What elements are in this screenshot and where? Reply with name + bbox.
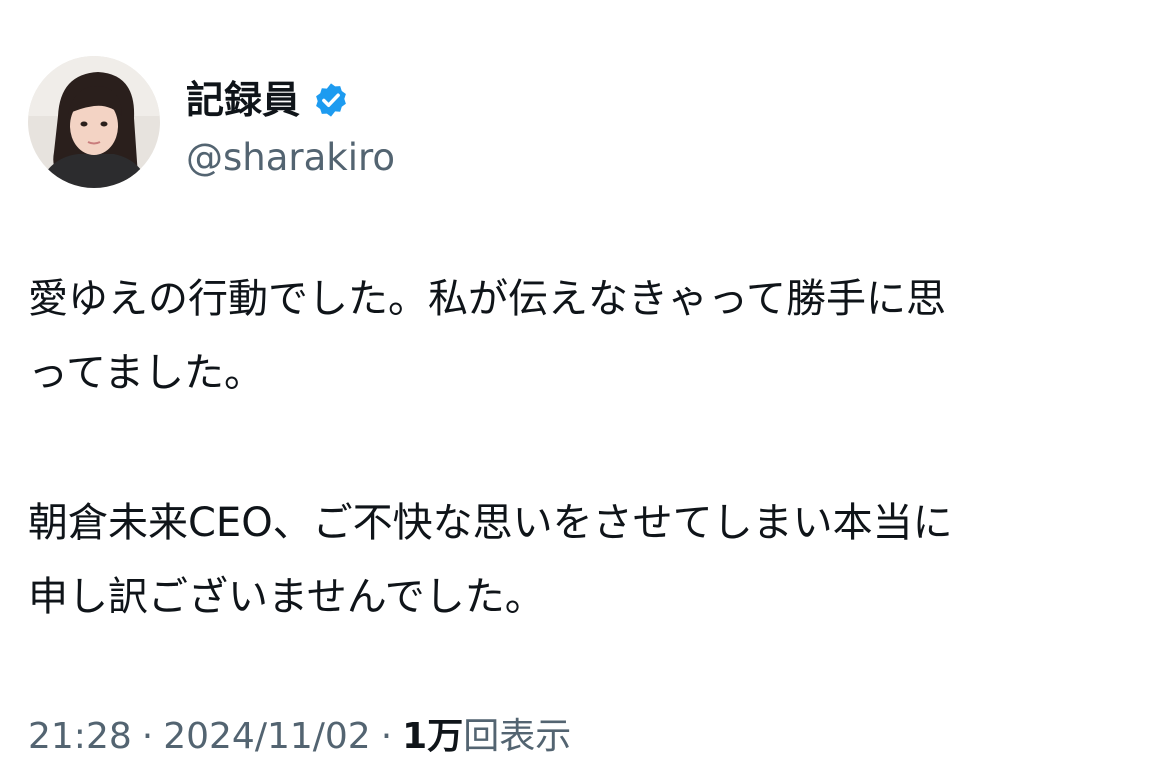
- tweet: 記録員 @sharakiro 愛ゆえの行動でした。私が伝えなきゃって勝手に思 っ…: [0, 0, 1170, 782]
- tweet-date[interactable]: 2024/11/02: [163, 716, 371, 757]
- tweet-meta: 21:28 · 2024/11/02 · 1万回表示: [28, 712, 571, 762]
- tweet-paragraph: 朝倉未来CEO、ご不快な思いをさせてしまい本当に 申し訳ございませんでした。: [28, 500, 953, 620]
- tweet-time[interactable]: 21:28: [28, 716, 132, 757]
- tweet-text: 愛ゆえの行動でした。私が伝えなきゃって勝手に思 ってました。 朝倉未来CEO、ご…: [28, 262, 1148, 634]
- meta-separator: ·: [141, 716, 154, 757]
- display-name[interactable]: 記録員: [186, 81, 300, 119]
- avatar-photo: [28, 56, 160, 188]
- verified-badge-icon: [312, 81, 350, 119]
- views-label: 回表示: [463, 716, 572, 757]
- views-count: 1万: [402, 716, 464, 757]
- avatar[interactable]: [28, 56, 160, 188]
- user-identity: 記録員 @sharakiro: [186, 69, 395, 176]
- tweet-paragraph: 愛ゆえの行動でした。私が伝えなきゃって勝手に思 ってました。: [28, 276, 946, 396]
- name-row: 記録員: [186, 69, 395, 131]
- user-handle[interactable]: @sharakiro: [186, 139, 395, 176]
- meta-separator: ·: [380, 716, 393, 757]
- tweet-header: 記録員 @sharakiro: [28, 56, 395, 188]
